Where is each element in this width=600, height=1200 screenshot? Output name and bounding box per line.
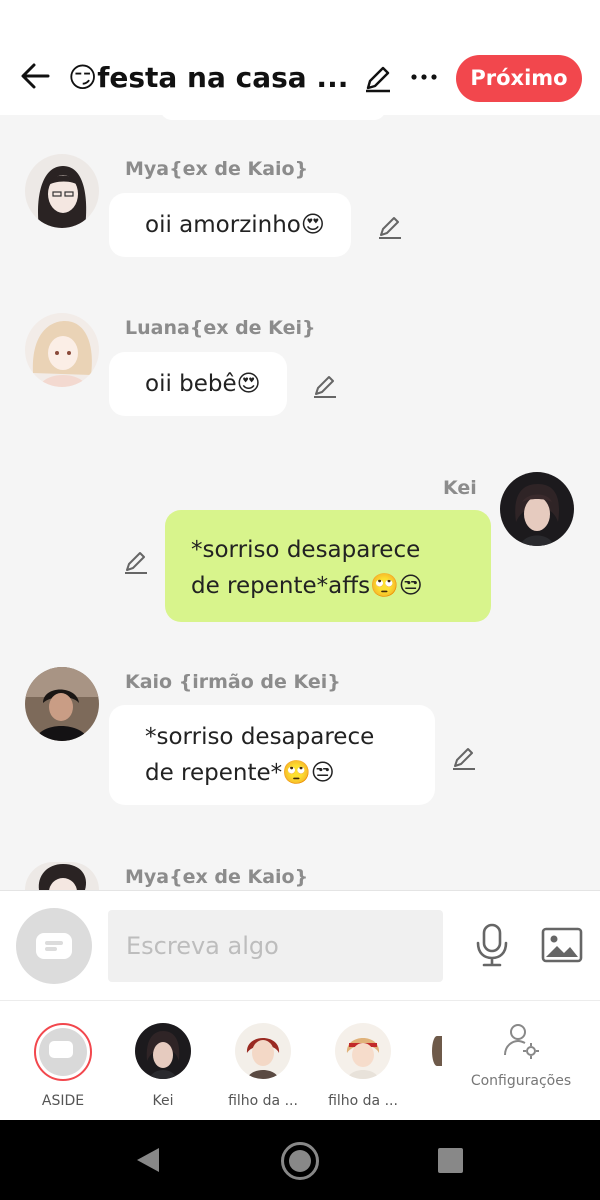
character-label: filho da ... <box>228 1093 298 1109</box>
character-avatar-partial[interactable] <box>432 1036 442 1066</box>
message-text: oii bebê😍 <box>145 371 261 397</box>
message-sender: Luana{ex de Kei} <box>125 317 316 339</box>
arrow-left-icon <box>21 63 50 89</box>
message-text-line: de repente*affs🙄😒 <box>191 573 423 599</box>
aside-icon <box>36 933 72 959</box>
pencil-icon <box>125 552 147 574</box>
system-recents-button[interactable] <box>438 1148 463 1173</box>
pencil-icon <box>453 748 475 770</box>
message-sender: Kaio {irmão de Kei} <box>125 671 341 693</box>
character-avatar <box>335 1023 391 1079</box>
edit-message-button[interactable] <box>311 372 339 400</box>
pencil-icon <box>379 217 401 239</box>
character-kei[interactable]: Kei <box>118 1023 208 1109</box>
more-dots-icon <box>411 74 437 80</box>
character-filho-2[interactable]: filho da ... <box>318 1023 408 1109</box>
avatar-kaio[interactable] <box>25 667 99 741</box>
edit-message-button[interactable] <box>450 744 478 772</box>
message-text-line: *sorriso desaparece <box>145 724 375 750</box>
avatar-luana[interactable] <box>25 313 99 387</box>
edit-message-button[interactable] <box>122 548 150 576</box>
message-bubble[interactable]: oii amorzinho😍 <box>109 193 351 257</box>
system-back-button[interactable] <box>135 1146 161 1178</box>
message-sender: Kei <box>443 477 477 499</box>
message-text-line: de repente*🙄😒 <box>145 760 335 786</box>
pencil-icon <box>366 66 390 93</box>
aside-character-icon <box>34 1023 92 1081</box>
character-label: filho da ... <box>328 1093 398 1109</box>
avatar-mya[interactable] <box>25 862 99 890</box>
chat-header: 😏festa na casa ... Próximo <box>0 0 600 115</box>
character-aside[interactable]: ASIDE <box>18 1023 108 1109</box>
chat-title[interactable]: 😏festa na casa ... <box>68 58 358 98</box>
microphone-button[interactable] <box>474 923 510 967</box>
message-text-line: *sorriso desaparece <box>191 537 421 563</box>
microphone-icon <box>476 923 508 967</box>
more-options-button[interactable] <box>408 62 440 94</box>
message-bubble[interactable]: *sorriso desaparece de repente*affs🙄😒 <box>165 510 491 622</box>
character-avatar <box>235 1023 291 1079</box>
message-composer <box>0 890 600 1000</box>
previous-message-bubble <box>160 108 386 120</box>
pencil-icon <box>314 376 336 398</box>
settings-button[interactable]: Configurações <box>466 1021 576 1089</box>
next-button[interactable]: Próximo <box>456 55 582 102</box>
message-text: oii amorzinho😍 <box>145 212 325 238</box>
edit-message-button[interactable] <box>376 213 404 241</box>
message-sender: Mya{ex de Kaio} <box>125 158 309 180</box>
aside-toggle-button[interactable] <box>16 908 92 984</box>
system-home-button[interactable] <box>281 1142 319 1180</box>
message-sender: Mya{ex de Kaio} <box>125 866 309 888</box>
character-bar: ASIDE Kei filho da ... filho da ... Conf… <box>0 1000 600 1120</box>
image-icon <box>541 927 583 963</box>
character-label: Kei <box>152 1093 174 1109</box>
edit-title-button[interactable] <box>362 62 394 94</box>
character-label: ASIDE <box>41 1093 85 1109</box>
home-circle-icon <box>289 1150 311 1172</box>
user-gear-icon <box>504 1024 539 1059</box>
avatar-mya[interactable] <box>25 154 99 228</box>
image-button[interactable] <box>540 925 584 965</box>
character-avatar <box>135 1023 191 1079</box>
system-navigation-bar <box>0 1120 600 1200</box>
character-filho-1[interactable]: filho da ... <box>218 1023 308 1109</box>
back-button[interactable] <box>18 58 54 94</box>
message-input[interactable] <box>108 910 443 982</box>
settings-label: Configurações <box>470 1073 572 1089</box>
triangle-back-icon <box>137 1148 159 1172</box>
message-bubble[interactable]: oii bebê😍 <box>109 352 287 416</box>
avatar-kei[interactable] <box>500 472 574 546</box>
message-bubble[interactable]: *sorriso desaparece de repente*🙄😒 <box>109 705 435 805</box>
